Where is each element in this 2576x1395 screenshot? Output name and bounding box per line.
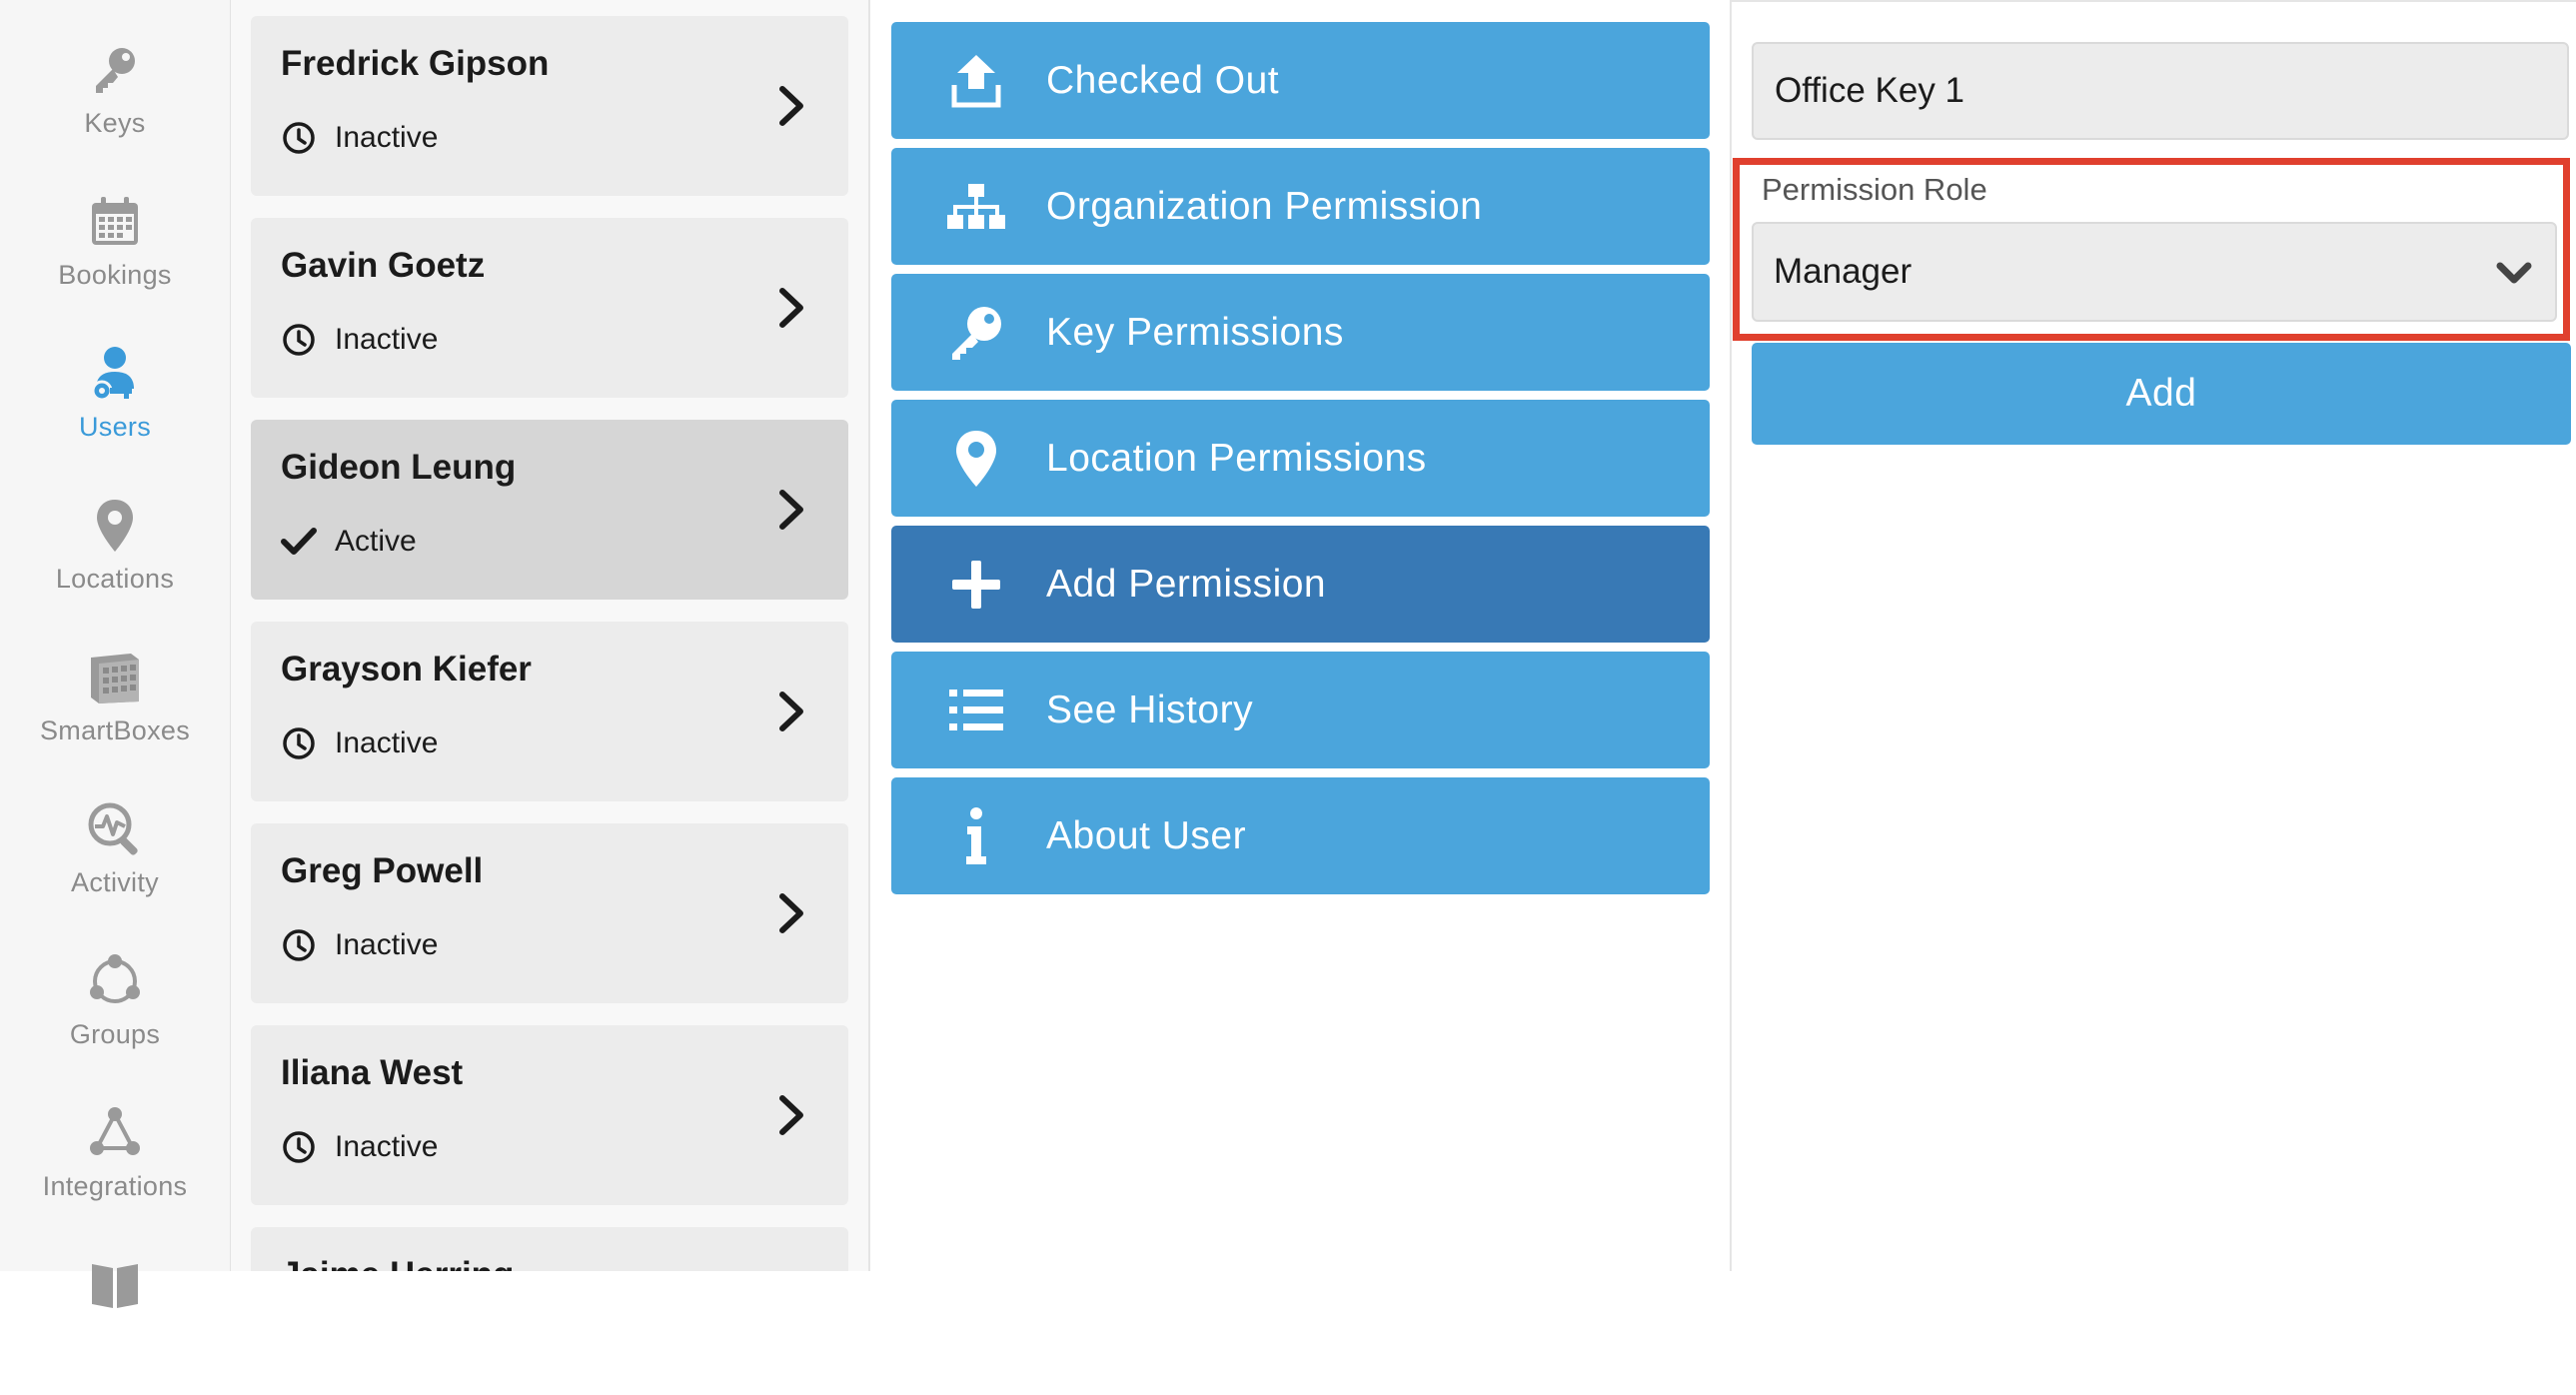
clock-icon — [281, 927, 317, 963]
user-card-selected[interactable]: Gideon Leung Active — [251, 420, 848, 600]
chevron-right-icon — [779, 288, 803, 328]
map-pin-icon — [85, 496, 145, 556]
user-name: Fredrick Gipson — [281, 44, 550, 83]
calendar-icon — [85, 192, 145, 252]
chevron-down-icon — [2496, 262, 2532, 284]
user-name: Gavin Goetz — [281, 246, 486, 285]
menu-label: Location Permissions — [1046, 436, 1427, 480]
nav-label: Keys — [84, 108, 146, 138]
nav-label: Groups — [69, 1019, 161, 1049]
status-text: Inactive — [335, 1130, 439, 1163]
nav-label: Integrations — [42, 1171, 188, 1201]
clock-icon — [281, 322, 317, 358]
menu-label: See History — [1046, 688, 1254, 731]
nav-label: SmartBoxes — [39, 715, 191, 745]
side-nav: Keys Bookings Users Locations SmartBoxes… — [0, 0, 231, 1308]
add-button[interactable]: Add — [1752, 343, 2571, 445]
user-list: Fredrick Gipson Inactive Gavin Goetz Ina… — [231, 0, 870, 1271]
user-name: Iliana West — [281, 1053, 464, 1092]
user-status: Inactive — [281, 927, 438, 963]
user-card-partial[interactable]: Jaime Herring — [251, 1227, 848, 1271]
menu-label: About User — [1046, 813, 1247, 857]
user-actions-menu: Checked Out Organization Permission Key … — [870, 0, 1732, 1271]
status-text: Inactive — [335, 121, 439, 154]
user-name: Greg Powell — [281, 851, 484, 890]
user-status: Inactive — [281, 322, 438, 358]
see-history-button[interactable]: See History — [891, 652, 1710, 768]
nav-item-locations[interactable]: Locations — [0, 496, 230, 636]
user-card[interactable]: Grayson Kiefer Inactive — [251, 622, 848, 801]
menu-label: Add Permission — [1046, 562, 1327, 606]
status-text: Inactive — [335, 323, 439, 356]
nav-item-bookings[interactable]: Bookings — [0, 192, 230, 332]
permission-role-label: Permission Role — [1762, 172, 1987, 207]
nav-label: Locations — [55, 564, 175, 594]
selected-role: Manager — [1774, 252, 1913, 291]
groups-icon — [85, 951, 145, 1011]
organization-permission-button[interactable]: Organization Permission — [891, 148, 1710, 265]
upload-icon — [936, 53, 1016, 109]
activity-icon — [85, 799, 145, 859]
clock-icon — [281, 120, 317, 156]
nav-item-integrations[interactable]: Integrations — [0, 1103, 230, 1243]
user-name: Gideon Leung — [281, 448, 517, 487]
status-text: Inactive — [335, 928, 439, 961]
menu-label: Checked Out — [1046, 58, 1280, 102]
location-permissions-button[interactable]: Location Permissions — [891, 400, 1710, 517]
nav-label: Activity — [71, 867, 159, 897]
user-status: Inactive — [281, 1129, 438, 1165]
add-permission-form: Office Key 1 Permission Role Manager Add — [1732, 0, 2576, 1271]
user-name: Grayson Kiefer — [281, 650, 532, 689]
smartbox-icon — [85, 648, 145, 707]
divider — [1732, 0, 2576, 2]
permission-role-select[interactable]: Manager — [1752, 222, 2557, 322]
integrations-icon — [85, 1103, 145, 1163]
chevron-right-icon — [779, 893, 803, 933]
users-icon — [85, 344, 145, 404]
info-icon — [936, 806, 1016, 866]
add-permission-button[interactable]: Add Permission — [891, 526, 1710, 643]
nav-item-smartboxes[interactable]: SmartBoxes — [0, 648, 230, 787]
menu-label: Key Permissions — [1046, 310, 1344, 354]
plus-icon — [936, 559, 1016, 611]
status-text: Active — [335, 525, 417, 558]
list-icon — [936, 687, 1016, 734]
user-card[interactable]: Fredrick Gipson Inactive — [251, 16, 848, 196]
book-icon — [85, 1255, 145, 1315]
clock-icon — [281, 1129, 317, 1165]
key-icon — [85, 40, 145, 100]
chevron-right-icon — [779, 86, 803, 126]
about-user-button[interactable]: About User — [891, 777, 1710, 894]
user-status: Active — [281, 524, 417, 560]
nav-item-activity[interactable]: Activity — [0, 799, 230, 939]
user-card[interactable]: Greg Powell Inactive — [251, 823, 848, 1003]
org-chart-icon — [936, 182, 1016, 232]
map-pin-icon — [936, 429, 1016, 489]
key-icon — [936, 304, 1016, 362]
key-permissions-button[interactable]: Key Permissions — [891, 274, 1710, 391]
nav-item-groups[interactable]: Groups — [0, 951, 230, 1091]
status-text: Inactive — [335, 726, 439, 759]
clock-icon — [281, 725, 317, 761]
user-status: Inactive — [281, 725, 438, 761]
nav-item-keys[interactable]: Keys — [0, 40, 230, 180]
menu-label: Organization Permission — [1046, 184, 1483, 228]
key-name-field[interactable]: Office Key 1 — [1752, 42, 2569, 140]
nav-item-users[interactable]: Users — [0, 344, 230, 484]
user-card[interactable]: Gavin Goetz Inactive — [251, 218, 848, 398]
check-icon — [281, 524, 317, 560]
chevron-right-icon — [779, 1095, 803, 1135]
user-name: Jaime Herring — [281, 1255, 514, 1271]
chevron-right-icon — [779, 692, 803, 731]
chevron-right-icon — [779, 490, 803, 530]
nav-label: Users — [78, 412, 151, 442]
user-status: Inactive — [281, 120, 438, 156]
nav-item-partial[interactable] — [0, 1255, 230, 1395]
checked-out-button[interactable]: Checked Out — [891, 22, 1710, 139]
nav-label: Bookings — [58, 260, 172, 290]
user-card[interactable]: Iliana West Inactive — [251, 1025, 848, 1205]
